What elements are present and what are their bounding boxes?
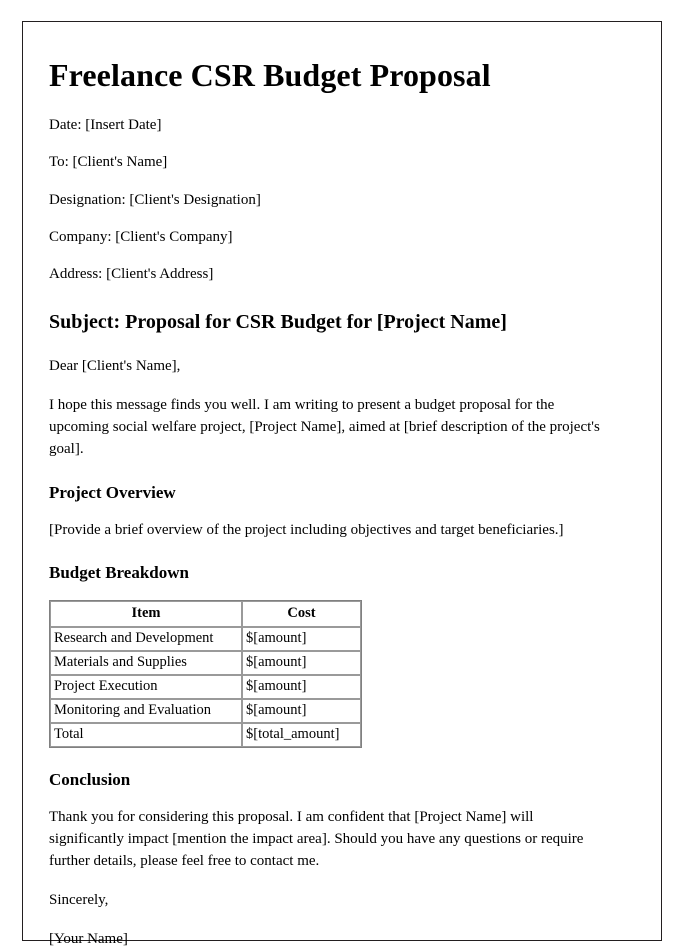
section-heading-project-overview: Project Overview bbox=[49, 483, 176, 503]
budget-table-head: Item Cost bbox=[50, 600, 361, 627]
cell-cost: $[amount] bbox=[242, 699, 361, 724]
table-row: Research and Development $[amount] bbox=[50, 626, 361, 651]
budget-table-body: Research and Development $[amount] Materia… bbox=[50, 626, 361, 748]
meta-line-address: Address: [Client's Address] bbox=[49, 266, 214, 283]
cell-item: Total bbox=[50, 723, 242, 748]
page-title: Freelance CSR Budget Proposal bbox=[49, 57, 491, 93]
meta-line-date: Date: [Insert Date] bbox=[49, 117, 162, 134]
closing-line: Sincerely, bbox=[49, 892, 109, 909]
document-body: Freelance CSR Budget Proposal Date: [Ins… bbox=[23, 22, 661, 950]
column-header-item: Item bbox=[50, 600, 242, 627]
cell-cost: $[amount] bbox=[242, 650, 361, 676]
column-header-cost: Cost bbox=[242, 600, 361, 627]
signer-name: [Your Name] bbox=[49, 931, 128, 948]
table-header-row: Item Cost bbox=[50, 600, 361, 627]
subject-heading: Subject: Proposal for CSR Budget for [Pr… bbox=[49, 311, 507, 334]
cell-item: Project Execution bbox=[50, 675, 242, 700]
cell-item: Monitoring and Evaluation bbox=[50, 699, 242, 724]
conclusion-text: Thank you for considering this proposal.… bbox=[49, 808, 584, 869]
meta-line-designation: Designation: [Client's Designation] bbox=[49, 191, 261, 208]
table-row: Project Execution $[amount] bbox=[50, 675, 361, 700]
intro-paragraph: I hope this message finds you well. I am… bbox=[49, 397, 600, 458]
table-row: Materials and Supplies $[amount] bbox=[50, 650, 361, 676]
cell-item: Research and Development bbox=[50, 626, 242, 651]
meta-line-company: Company: [Client's Company] bbox=[49, 228, 233, 245]
cell-cost: $[total_amount] bbox=[242, 723, 361, 748]
salutation: Dear [Client's Name], bbox=[49, 358, 181, 375]
recipient-meta-block: Date: [Insert Date] To: [Client's Name] … bbox=[49, 115, 635, 284]
cell-item: Materials and Supplies bbox=[50, 650, 242, 676]
table-row: Monitoring and Evaluation $[amount] bbox=[50, 699, 361, 724]
meta-line-to: To: [Client's Name] bbox=[49, 154, 168, 171]
budget-table: Item Cost Research and Development $[amou… bbox=[49, 599, 362, 749]
document-page: Freelance CSR Budget Proposal Date: [Ins… bbox=[22, 21, 662, 947]
cell-cost: $[amount] bbox=[242, 626, 361, 651]
table-row: Total $[total_amount] bbox=[50, 723, 361, 748]
cell-cost: $[amount] bbox=[242, 675, 361, 700]
section-heading-budget-breakdown: Budget Breakdown bbox=[49, 563, 189, 583]
project-overview-text: [Provide a brief overview of the project… bbox=[49, 521, 564, 538]
section-heading-conclusion: Conclusion bbox=[49, 770, 131, 790]
